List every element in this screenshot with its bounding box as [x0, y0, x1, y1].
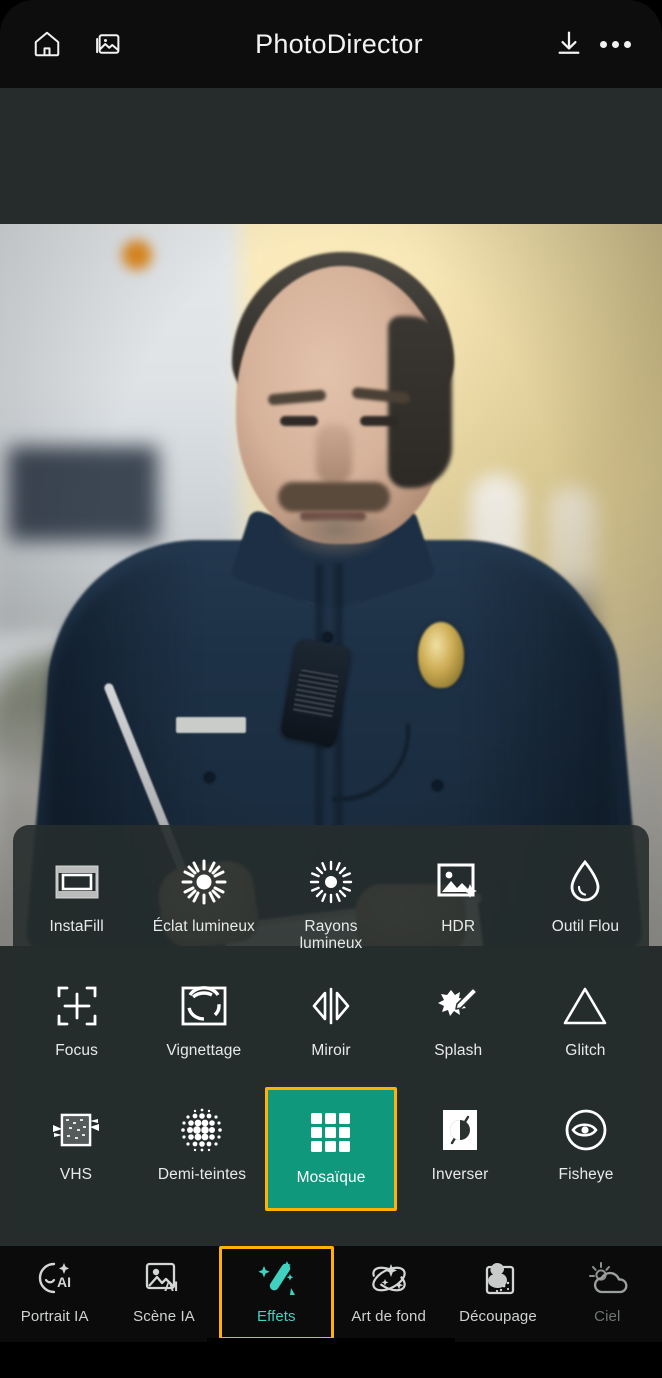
effect-splash[interactable]: Splash	[395, 963, 522, 1087]
effect-label: Glitch	[565, 1042, 606, 1059]
fisheye-icon	[563, 1103, 609, 1157]
effect-label: Éclat lumineux	[152, 918, 255, 935]
gallery-icon[interactable]	[86, 21, 132, 67]
effect-fisheye[interactable]: Fisheye	[523, 1087, 649, 1211]
more-options-icon[interactable]	[592, 21, 638, 67]
mosaic-icon	[309, 1106, 353, 1160]
nav-item-portrait-ia[interactable]: AI Portrait IA	[0, 1246, 109, 1338]
effect-label: Vignettage	[166, 1042, 242, 1059]
nav-label: Découpage	[459, 1308, 537, 1325]
effects-panel: InstaFill Éclat lumineux Rayons lumineux…	[13, 825, 649, 1235]
background-art-icon	[367, 1254, 411, 1304]
focus-icon	[55, 979, 99, 1033]
top-bar: PhotoDirector	[0, 0, 662, 88]
effects-row: Focus Vignettage Miroir Splash Glitch	[13, 963, 649, 1087]
light-burst-icon	[181, 855, 227, 909]
ai-portrait-icon: AI	[34, 1254, 76, 1304]
effect-eclat-lumineux[interactable]: Éclat lumineux	[140, 839, 267, 963]
dot	[611, 40, 619, 48]
halftone-icon	[178, 1103, 226, 1157]
blur-tool-icon	[568, 855, 602, 909]
effect-label: Focus	[55, 1042, 98, 1059]
effect-miroir[interactable]: Miroir	[267, 963, 394, 1087]
effect-label: Splash	[434, 1042, 483, 1059]
svg-text:AI: AI	[57, 1274, 71, 1290]
instafill-icon	[55, 855, 99, 909]
invert-icon	[440, 1103, 480, 1157]
nav-label: Portrait IA	[20, 1308, 89, 1325]
hdr-icon	[436, 855, 480, 909]
nav-label: Scène IA	[133, 1308, 195, 1325]
effect-label: Inverser	[431, 1166, 489, 1183]
mirror-icon	[308, 979, 354, 1033]
effect-label: Outil Flou	[551, 918, 620, 935]
sky-icon	[585, 1254, 629, 1304]
effects-row: VHS Demi-teintes Mosaïque Inverser Fishe…	[13, 1087, 649, 1211]
vhs-icon	[51, 1103, 101, 1157]
dot	[623, 40, 631, 48]
nav-item-scene-ia[interactable]: AI Scène IA	[109, 1246, 218, 1338]
effect-label: VHS	[59, 1166, 93, 1183]
effect-label: HDR	[441, 918, 476, 935]
page-title: PhotoDirector	[255, 28, 423, 59]
effect-label: Miroir	[311, 1042, 351, 1059]
app-screen: PhotoDirector InstaFill Éclat lumineux R…	[0, 0, 662, 1378]
effect-vignettage[interactable]: Vignettage	[140, 963, 267, 1087]
effect-glitch[interactable]: Glitch	[522, 963, 649, 1087]
effect-label: Fisheye	[558, 1166, 614, 1183]
nav-item-decoupage[interactable]: Découpage	[443, 1246, 552, 1338]
light-rays-icon	[308, 855, 354, 909]
nav-label: Ciel	[594, 1308, 621, 1325]
effect-demi-teintes[interactable]: Demi-teintes	[139, 1087, 265, 1211]
splash-icon	[435, 979, 481, 1033]
effect-instafill[interactable]: InstaFill	[13, 839, 140, 963]
effect-label: Demi-teintes	[157, 1166, 247, 1183]
effect-focus[interactable]: Focus	[13, 963, 140, 1087]
home-icon[interactable]	[24, 21, 70, 67]
effect-label: InstaFill	[49, 918, 104, 935]
effect-label: Mosaïque	[296, 1169, 366, 1186]
nav-item-ciel[interactable]: Ciel	[553, 1246, 662, 1338]
nav-label: Art de fond	[351, 1308, 426, 1325]
nav-label: Effets	[256, 1308, 296, 1325]
download-icon[interactable]	[546, 21, 592, 67]
effect-vhs[interactable]: VHS	[13, 1087, 139, 1211]
svg-text:AI: AI	[164, 1278, 178, 1294]
effect-hdr[interactable]: HDR	[395, 839, 522, 963]
bottom-navigation: AI Portrait IA AI Scène IA Effets Art de…	[0, 1246, 662, 1342]
effect-label: Rayons lumineux	[299, 918, 363, 953]
magic-wand-icon	[255, 1254, 297, 1304]
dot	[599, 40, 607, 48]
effect-outil-flou[interactable]: Outil Flou	[522, 839, 649, 963]
effect-mosaique[interactable]: Mosaïque	[265, 1087, 397, 1211]
home-indicator	[207, 1338, 455, 1378]
nav-item-art-de-fond[interactable]: Art de fond	[334, 1246, 443, 1338]
nav-item-effets[interactable]: Effets	[218, 1246, 334, 1340]
cutout-icon	[477, 1254, 519, 1304]
effect-inverser[interactable]: Inverser	[397, 1087, 523, 1211]
ai-scene-icon: AI	[142, 1254, 186, 1304]
effects-row: InstaFill Éclat lumineux Rayons lumineux…	[13, 839, 649, 963]
vignette-icon	[180, 979, 228, 1033]
effect-rayons-lumineux[interactable]: Rayons lumineux	[267, 839, 394, 963]
glitch-icon	[561, 979, 609, 1033]
